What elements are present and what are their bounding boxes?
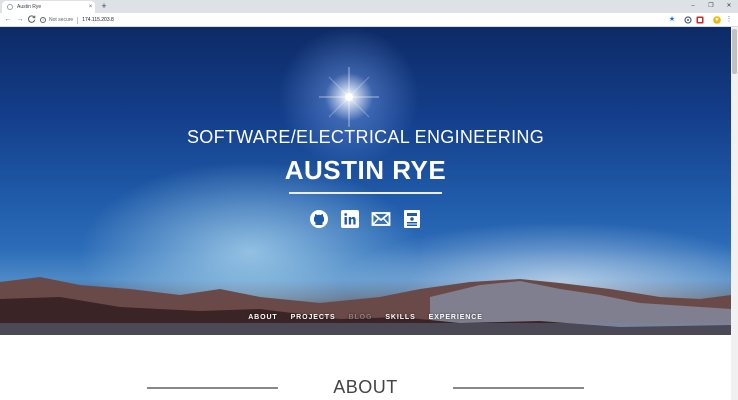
window-minimize-button[interactable]: – xyxy=(686,1,700,11)
hero-content: SOFTWARE/ELECTRICAL ENGINEERING AUSTIN R… xyxy=(0,127,731,229)
linkedin-icon[interactable] xyxy=(340,208,361,229)
nav-projects[interactable]: PROJECTS xyxy=(291,314,336,321)
nav-about[interactable]: ABOUT xyxy=(248,314,277,321)
hero-subtitle: SOFTWARE/ELECTRICAL ENGINEERING xyxy=(186,127,544,147)
back-button[interactable]: ← xyxy=(3,15,13,25)
star-icon[interactable]: ★ xyxy=(668,16,676,24)
nav-experience[interactable]: EXPERIENCE xyxy=(429,314,483,321)
hero-banner: SOFTWARE/ELECTRICAL ENGINEERING AUSTIN R… xyxy=(0,27,731,335)
window-restore-button[interactable]: ❐ xyxy=(704,1,718,11)
menu-icon[interactable]: ⋮ xyxy=(725,16,733,24)
address-separator xyxy=(77,16,79,24)
about-section: ABOUT xyxy=(0,335,731,400)
forward-button[interactable]: → xyxy=(15,15,25,25)
github-icon[interactable] xyxy=(309,208,330,229)
new-tab-button[interactable]: + xyxy=(99,1,109,12)
name-underline xyxy=(289,192,442,194)
page-viewport: SOFTWARE/ELECTRICAL ENGINEERING AUSTIN R… xyxy=(0,27,731,400)
scrollbar-thumb[interactable] xyxy=(732,29,737,74)
nav-blog[interactable]: BLOG xyxy=(349,314,373,321)
profile-icon[interactable] xyxy=(713,16,721,24)
extension-icon[interactable] xyxy=(696,16,704,24)
address-bar[interactable]: i Not secure 174.115.203.8 xyxy=(40,15,666,25)
browser-tab-bar: Austin Rye × + – ❐ ✕ xyxy=(0,0,738,13)
about-title: ABOUT xyxy=(333,377,398,397)
about-rule-right xyxy=(453,387,584,389)
reload-button[interactable] xyxy=(27,15,37,25)
social-links xyxy=(0,208,731,229)
page-scrollbar[interactable] xyxy=(731,27,738,400)
browser-tab[interactable]: Austin Rye × xyxy=(2,1,95,13)
page-favicon-icon xyxy=(7,4,13,10)
resume-icon[interactable] xyxy=(402,208,423,229)
window-close-button[interactable]: ✕ xyxy=(722,1,736,11)
browser-toolbar: ← → i Not secure 174.115.203.8 ★ ⋮ xyxy=(0,13,738,27)
email-icon[interactable] xyxy=(371,208,392,229)
info-icon[interactable]: i xyxy=(40,17,46,23)
tab-title: Austin Rye xyxy=(17,4,42,10)
nav-skills[interactable]: SKILLS xyxy=(385,314,415,321)
extension-icon[interactable] xyxy=(684,16,692,24)
reload-icon xyxy=(28,15,36,23)
url-text[interactable]: 174.115.203.8 xyxy=(82,17,114,23)
security-label: Not secure xyxy=(49,17,74,23)
main-nav: ABOUT PROJECTS BLOG SKILLS EXPERIENCE xyxy=(0,314,731,321)
tab-close-button[interactable]: × xyxy=(86,3,95,11)
hero-name: AUSTIN RYE xyxy=(284,155,447,185)
